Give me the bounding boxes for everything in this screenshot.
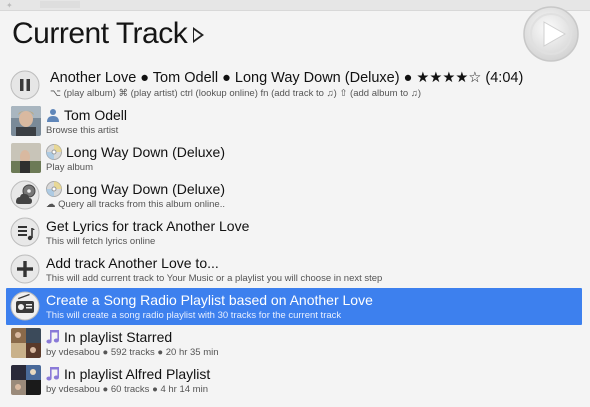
list-item-subtitle: This will fetch lyrics online — [46, 236, 156, 247]
window-titlebar: ✦ — [0, 0, 590, 11]
list-item-title: In playlist Starred — [64, 329, 173, 345]
music-note-icon — [46, 330, 59, 344]
radio-icon — [10, 291, 40, 321]
list-item-now-playing[interactable]: Another Love ● Tom Odell ● Long Way Down… — [6, 66, 582, 103]
list-item-title: Tom Odell — [64, 107, 128, 123]
list-item-add-track[interactable]: Add track Another Love to... This will a… — [6, 251, 582, 288]
now-playing-hints: ⌥ (play album) ⌘ (play artist) ctrl (loo… — [50, 88, 422, 99]
pause-icon[interactable] — [10, 70, 40, 100]
list-item-subtitle: This will create a song radio playlist w… — [46, 310, 342, 321]
page-title: Current Track — [12, 17, 188, 50]
lyrics-icon — [10, 217, 40, 247]
list-item-subtitle: Play album — [46, 162, 93, 173]
list-item-playlist-starred[interactable]: In playlist Starred by vdesabou ● 592 tr… — [6, 325, 582, 362]
artist-photo — [11, 106, 41, 136]
playlist-cover — [11, 365, 41, 395]
results-list: Another Love ● Tom Odell ● Long Way Down… — [6, 66, 582, 399]
cloud-icon: ☁ — [46, 199, 56, 210]
list-item-subtitle: by vdesabou ● 60 tracks ● 4 hr 14 min — [46, 384, 208, 395]
playlist-cover — [11, 328, 41, 358]
list-item-subtitle: This will add current track to Your Musi… — [46, 273, 383, 284]
titlebar-placeholder — [40, 1, 80, 8]
cd-icon — [46, 181, 62, 197]
list-item-song-radio[interactable]: Create a Song Radio Playlist based on An… — [6, 288, 582, 325]
list-item-title: Create a Song Radio Playlist based on An… — [46, 292, 373, 308]
titlebar-glyph-icon: ✦ — [6, 1, 13, 10]
title-arrow-icon — [193, 27, 205, 43]
list-item-subtitle: Browse this artist — [46, 125, 119, 136]
list-item-playlist-alfred[interactable]: In playlist Alfred Playlist by vdesabou … — [6, 362, 582, 399]
album-art — [11, 143, 41, 173]
list-item-title: Add track Another Love to... — [46, 255, 219, 271]
list-item-title: Long Way Down (Deluxe) — [66, 181, 225, 197]
header: Current Track — [12, 14, 205, 54]
list-item-title: Get Lyrics for track Another Love — [46, 218, 250, 234]
play-icon[interactable] — [522, 5, 580, 63]
music-note-icon — [46, 367, 59, 381]
list-item-album[interactable]: Long Way Down (Deluxe) Play album — [6, 140, 582, 177]
list-item-title: In playlist Alfred Playlist — [64, 366, 211, 382]
person-icon — [47, 109, 59, 122]
now-playing-title: Another Love ● Tom Odell ● Long Way Down… — [50, 70, 524, 86]
cd-icon — [46, 144, 62, 160]
list-item-lyrics[interactable]: Get Lyrics for track Another Love This w… — [6, 214, 582, 251]
list-item-album-online[interactable]: Long Way Down (Deluxe) ☁ Query all track… — [6, 177, 582, 214]
cloud-cd-icon — [10, 180, 40, 210]
list-item-title: Long Way Down (Deluxe) — [66, 144, 225, 160]
list-item-artist[interactable]: Tom Odell Browse this artist — [6, 103, 582, 140]
list-item-subtitle: Query all tracks from this album online.… — [58, 199, 225, 210]
list-item-subtitle: by vdesabou ● 592 tracks ● 20 hr 35 min — [46, 347, 219, 358]
add-icon — [10, 254, 40, 284]
